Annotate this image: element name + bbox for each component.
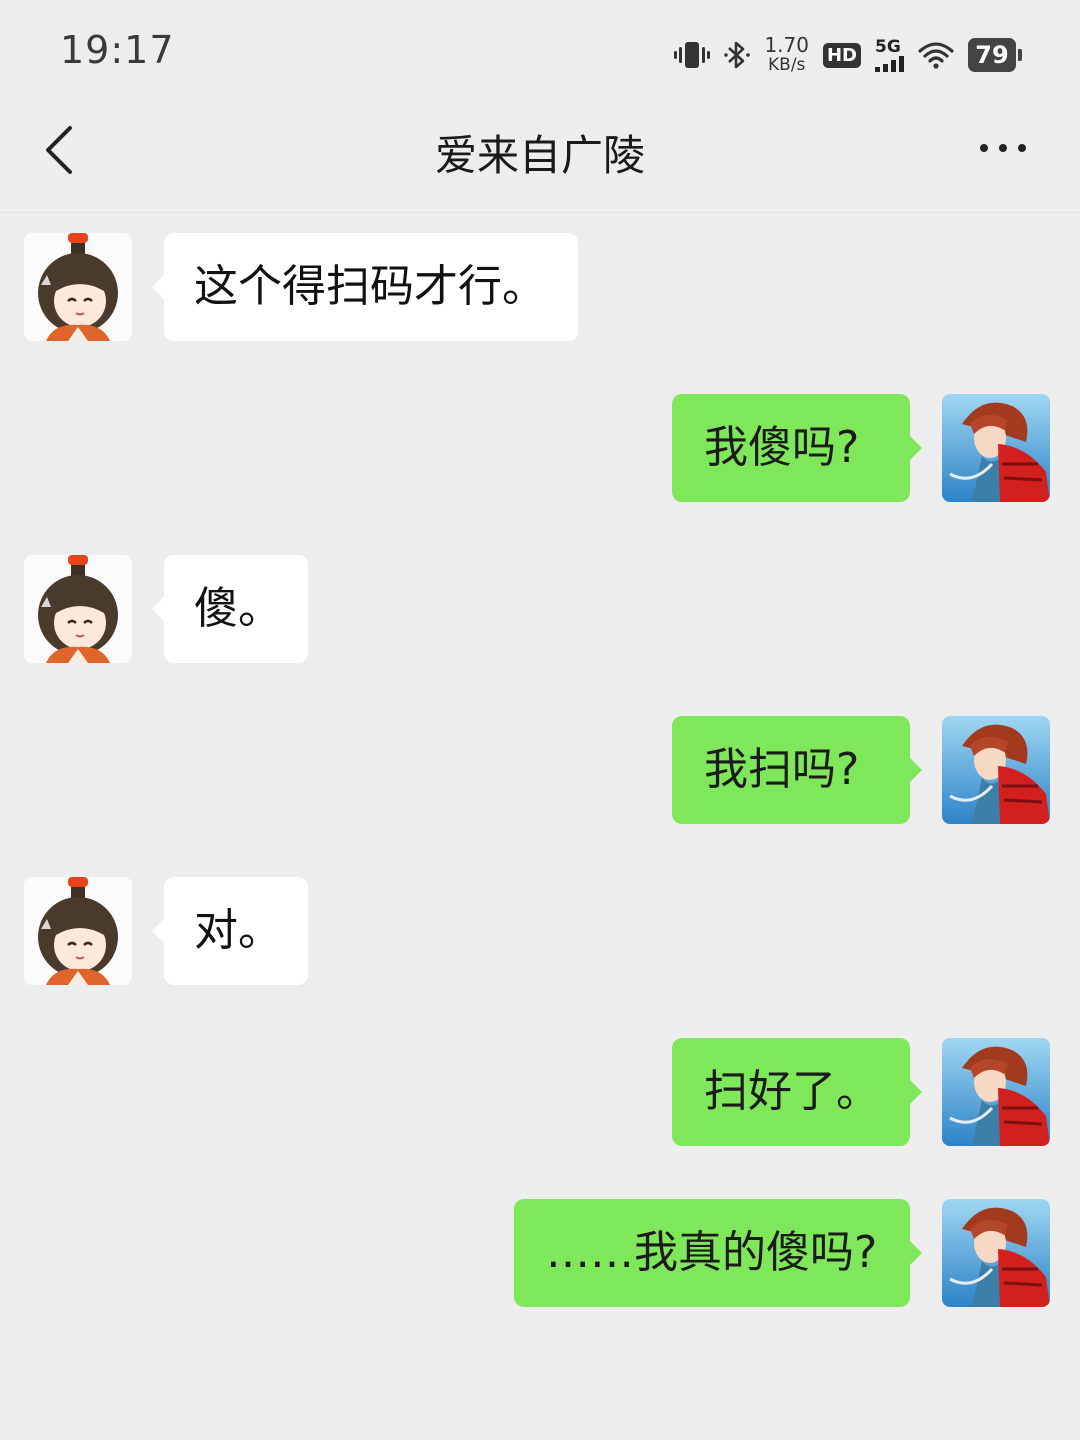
my-avatar[interactable] [942,716,1050,824]
message-bubble-incoming[interactable]: 傻。 [152,555,308,663]
message-bubble-outgoing[interactable]: 我扫吗? [672,716,922,824]
message-bubble-incoming[interactable]: 对。 [152,877,308,985]
cellular-signal: 5G [875,38,904,72]
my-avatar[interactable] [942,1038,1050,1146]
message-bubble-incoming[interactable]: 这个得扫码才行。 [152,233,578,341]
network-speed: 1.70 KB/s [764,35,809,75]
status-icons: 1.70 KB/s HD 5G 79 [674,30,1022,80]
battery-icon: 79 [968,38,1022,72]
network-speed-unit: KB/s [768,55,806,75]
contact-avatar[interactable] [24,555,132,663]
message-bubble-outgoing[interactable]: 扫好了。 [672,1038,922,1146]
wifi-icon [918,42,954,69]
message-bubble-outgoing[interactable]: ……我真的傻吗? [514,1199,922,1307]
chat-title: 爱来自广陵 [434,131,645,180]
contact-avatar[interactable] [24,233,132,341]
battery-level: 79 [968,38,1016,72]
status-time: 19:17 [60,28,175,72]
hd-badge: HD [822,42,861,68]
status-bar: 19:17 1.70 KB/s HD 5G 79 [0,0,1080,100]
vibrate-icon [674,42,711,68]
chat-header: 爱来自广陵 [0,100,1080,213]
message-bubble-outgoing[interactable]: 我傻吗? [672,394,922,502]
signal-bars-icon [875,56,904,72]
signal-label: 5G [875,37,901,57]
my-avatar[interactable] [942,1199,1050,1307]
contact-avatar[interactable] [24,877,132,985]
network-speed-value: 1.70 [764,33,809,57]
more-dots-icon[interactable] [978,138,1028,158]
my-avatar[interactable] [942,394,1050,502]
bluetooth-icon [724,41,751,69]
